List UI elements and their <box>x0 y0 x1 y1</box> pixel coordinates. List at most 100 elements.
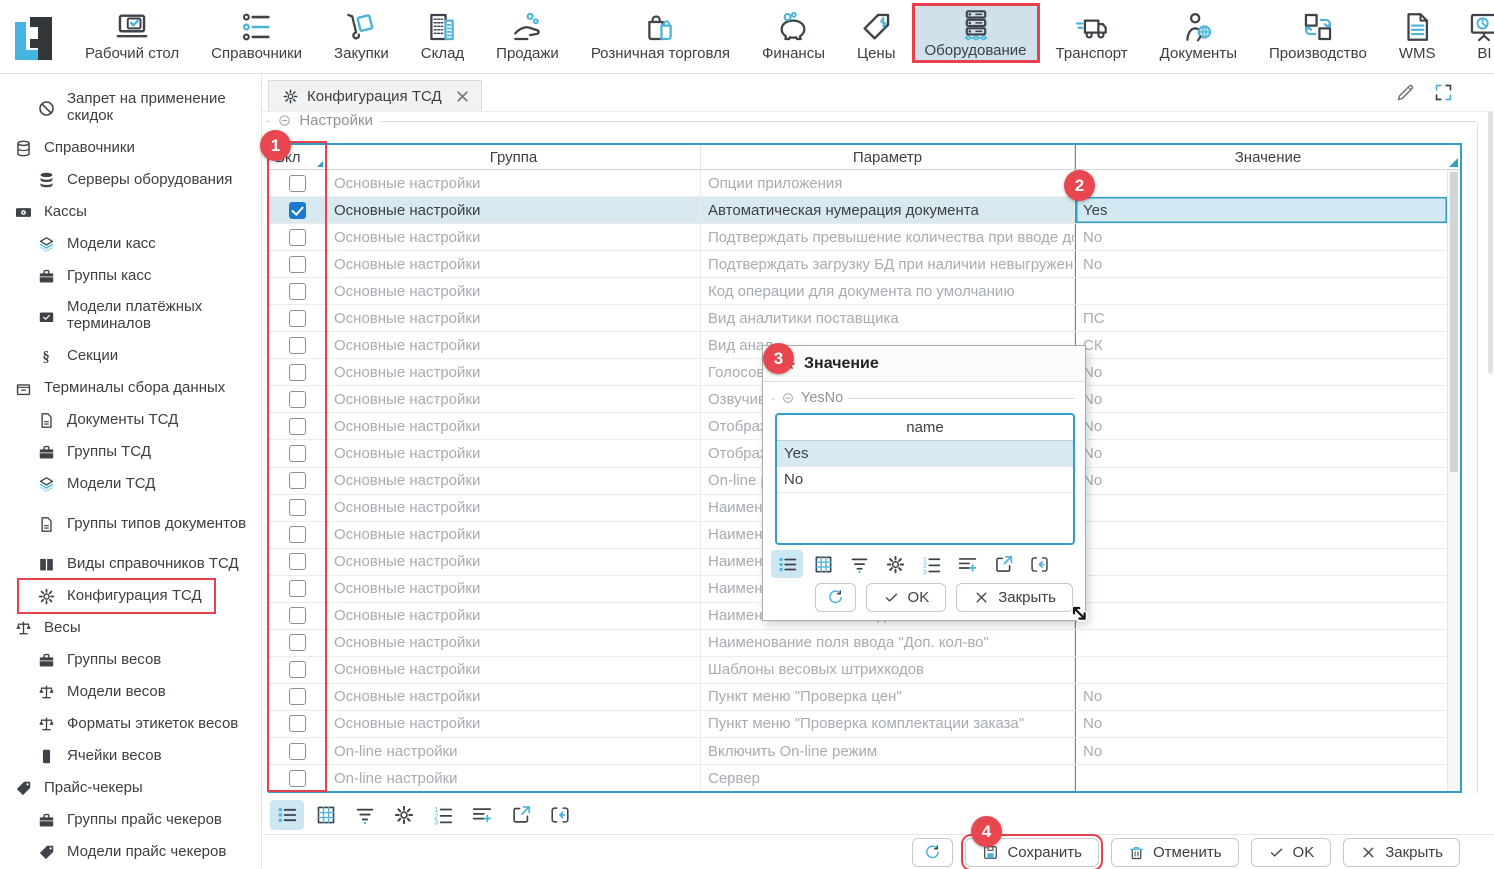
value-cell[interactable]: No <box>1075 468 1447 494</box>
toolbar-numbered-list-button[interactable]: 123 <box>915 550 947 578</box>
sidebar-item-scales-label-formats[interactable]: Форматы этикеток весов <box>0 708 261 740</box>
table-row[interactable]: On-line настройкиСервер <box>269 765 1447 791</box>
topbar-item-production[interactable]: Производство <box>1253 3 1383 69</box>
sidebar-item-price-checkers[interactable]: Прайс-чекеры <box>0 772 261 804</box>
topbar-item-finance[interactable]: Финансы <box>746 3 841 69</box>
value-cell[interactable]: No <box>1075 738 1447 764</box>
toolbar-numbered-list-button[interactable]: 123 <box>426 800 460 830</box>
column-header-3[interactable]: Значение <box>1075 145 1460 169</box>
group-cell[interactable]: Основные настройки <box>327 522 701 548</box>
table-row[interactable]: On-line настройкиВключить On-line режимN… <box>269 738 1447 765</box>
sidebar-item-tsd-documents[interactable]: Документы ТСД <box>0 404 261 436</box>
value-cell[interactable] <box>1075 576 1447 602</box>
column-header-2[interactable]: Параметр <box>701 145 1075 169</box>
collapse-icon[interactable] <box>781 391 795 405</box>
value-cell[interactable] <box>1075 495 1447 521</box>
row-checkbox[interactable] <box>289 661 306 678</box>
param-cell[interactable]: Опции приложения <box>701 170 1075 196</box>
row-checkbox[interactable] <box>289 202 306 219</box>
toolbar-settings-button[interactable] <box>387 800 421 830</box>
group-cell[interactable]: Основные настройки <box>327 413 701 439</box>
value-cell[interactable] <box>1075 657 1447 683</box>
sidebar-item-cash-models[interactable]: Модели касс <box>0 228 261 260</box>
row-checkbox[interactable] <box>289 310 306 327</box>
topbar-item-desktop[interactable]: Рабочий стол <box>69 3 195 69</box>
topbar-item-directories[interactable]: Справочники <box>195 3 318 69</box>
sidebar-item-price-checker-models[interactable]: Модели прайс чекеров <box>0 836 261 868</box>
group-cell[interactable]: Основные настройки <box>327 576 701 602</box>
group-cell[interactable]: Основные настройки <box>327 170 701 196</box>
table-scrollbar-thumb[interactable] <box>1450 172 1458 472</box>
toolbar-add-row-button[interactable] <box>951 550 983 578</box>
group-cell[interactable]: Основные настройки <box>327 224 701 250</box>
toolbar-settings-button[interactable] <box>879 550 911 578</box>
row-checkbox[interactable] <box>289 688 306 705</box>
sidebar-item-scales[interactable]: Весы <box>0 612 261 644</box>
topbar-item-sales[interactable]: Продажи <box>480 3 575 69</box>
topbar-item-purchases[interactable]: Закупки <box>318 3 405 69</box>
group-cell[interactable]: Основные настройки <box>327 440 701 466</box>
toolbar-grid-view-button[interactable] <box>807 550 839 578</box>
toolbar-reload-button[interactable] <box>543 800 577 830</box>
value-cell[interactable]: No <box>1075 386 1447 412</box>
value-cell[interactable] <box>1075 170 1447 196</box>
value-cell[interactable] <box>1075 765 1447 791</box>
row-checkbox[interactable] <box>289 391 306 408</box>
value-cell[interactable]: СК <box>1075 332 1447 358</box>
sidebar-item-scales-models[interactable]: Модели весов <box>0 676 261 708</box>
topbar-item-prices[interactable]: Цены <box>841 3 912 69</box>
param-cell[interactable]: Шаблоны весовых штрихкодов <box>701 657 1075 683</box>
group-cell[interactable]: On-line настройки <box>327 765 701 791</box>
value-cell[interactable]: No <box>1075 684 1447 710</box>
tab-close-icon[interactable] <box>454 88 471 105</box>
value-cell[interactable] <box>1075 278 1447 304</box>
row-checkbox[interactable] <box>289 418 306 435</box>
edit-pencil-icon[interactable] <box>1395 82 1416 103</box>
tab-konfiguratsiya-tsd[interactable]: Конфигурация ТСД <box>268 80 482 111</box>
sidebar-item-tsd-handbook-kinds[interactable]: Виды справочников ТСД <box>0 548 261 580</box>
table-row[interactable]: Основные настройкиКод операции для докум… <box>269 278 1447 305</box>
toolbar-list-view-button[interactable] <box>270 800 304 830</box>
sidebar-item-scales-cells[interactable]: Ячейки весов <box>0 740 261 772</box>
param-cell[interactable]: Пункт меню "Проверка комплектации заказа… <box>701 711 1075 737</box>
option-row-yes[interactable]: Yes <box>777 441 1073 467</box>
refresh-button[interactable] <box>815 583 856 612</box>
row-checkbox[interactable] <box>289 256 306 273</box>
row-checkbox[interactable] <box>289 445 306 462</box>
row-checkbox[interactable] <box>289 607 306 624</box>
sidebar-item-cash-groups[interactable]: Группы касс <box>0 260 261 292</box>
table-row[interactable]: Основные настройкиПодтверждать загрузку … <box>269 251 1447 278</box>
toolbar-reload-button[interactable] <box>1023 550 1055 578</box>
row-checkbox[interactable] <box>289 553 306 570</box>
table-row[interactable]: Основные настройкиВид аналитики поставщи… <box>269 305 1447 332</box>
group-cell[interactable]: Основные настройки <box>327 549 701 575</box>
row-checkbox[interactable] <box>289 283 306 300</box>
param-cell[interactable]: Сервер <box>701 765 1075 791</box>
param-cell[interactable]: Наименование поля ввода "Доп. кол-во" <box>701 630 1075 656</box>
sidebar-item-equipment-servers[interactable]: Серверы оборудования <box>0 164 261 196</box>
row-checkbox[interactable] <box>289 175 306 192</box>
group-cell[interactable]: Основные настройки <box>327 251 701 277</box>
group-cell[interactable]: Основные настройки <box>327 495 701 521</box>
toolbar-export-button[interactable] <box>987 550 1019 578</box>
row-checkbox[interactable] <box>289 337 306 354</box>
sidebar-item-handbooks[interactable]: Справочники <box>0 132 261 164</box>
row-checkbox[interactable] <box>289 715 306 732</box>
value-cell[interactable]: No <box>1075 251 1447 277</box>
table-row[interactable]: Основные настройкиШаблоны весовых штрихк… <box>269 657 1447 684</box>
value-cell[interactable] <box>1075 603 1447 629</box>
sidebar-scrollbar-thumb[interactable] <box>1488 96 1493 374</box>
sidebar-item-sections[interactable]: §Секции <box>0 340 261 372</box>
sidebar-item-payment-terminal-models[interactable]: Модели платёжных терминалов <box>0 292 261 340</box>
group-cell[interactable]: Основные настройки <box>327 386 701 412</box>
toolbar-filter-button[interactable] <box>843 550 875 578</box>
refresh-button[interactable] <box>912 838 953 867</box>
row-checkbox[interactable] <box>289 743 306 760</box>
close-button[interactable]: Закрыть <box>1343 838 1460 867</box>
sidebar-item-cash-registers[interactable]: Кассы <box>0 196 261 228</box>
sidebar-item-price-checker-groups[interactable]: Группы прайс чекеров <box>0 804 261 836</box>
toolbar-grid-view-button[interactable] <box>309 800 343 830</box>
table-row[interactable]: Основные настройкиПункт меню "Проверка к… <box>269 711 1447 738</box>
sidebar-item-scales-groups[interactable]: Группы весов <box>0 644 261 676</box>
topbar-item-retail[interactable]: Розничная торговля <box>575 3 746 69</box>
